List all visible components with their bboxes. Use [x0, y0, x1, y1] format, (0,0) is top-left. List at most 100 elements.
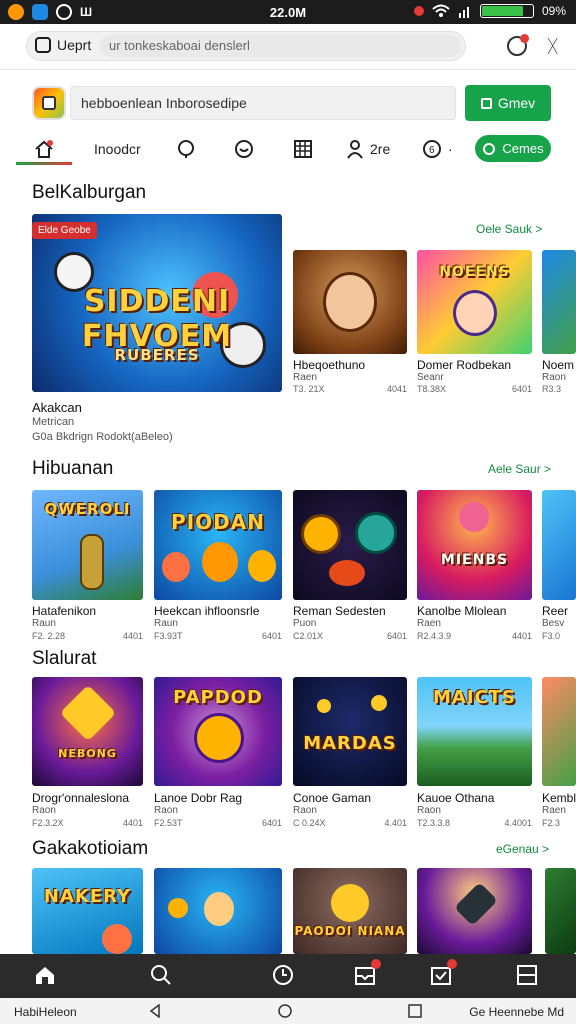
home-button-icon[interactable] — [278, 1004, 292, 1018]
game-card[interactable] — [545, 868, 576, 954]
coin-art — [301, 514, 341, 554]
downloads-icon[interactable] — [430, 959, 457, 986]
game-sub: Besv — [542, 618, 565, 629]
game-downloads: 4.401 — [384, 818, 407, 828]
see-all-link[interactable]: Oele Sauk > — [476, 222, 542, 236]
tab-home[interactable] — [34, 136, 54, 162]
featured-art-title: SIDDENI FHVOEM — [81, 284, 233, 354]
see-all-link[interactable]: Aele Saur > — [488, 462, 551, 476]
game-sub: Raun — [154, 618, 178, 629]
home-icon — [35, 140, 53, 158]
home-icon[interactable] — [34, 964, 56, 986]
game-sub: Raen — [542, 805, 566, 816]
game-card[interactable] — [293, 250, 407, 354]
game-rating: F3.0 — [542, 631, 561, 641]
featured-game-card[interactable]: SIDDENI FHVOEM RUBERES — [32, 214, 282, 392]
grid-icon — [294, 140, 312, 158]
game-card[interactable] — [154, 868, 282, 954]
game-rating: F3.93T — [154, 631, 183, 641]
featured-meta: G0a Bkdrign Rodokt(aBeleo) — [32, 431, 173, 443]
site-icon — [35, 37, 51, 53]
featured-sub: Metrican — [32, 416, 75, 428]
tab-label: 2re — [370, 141, 391, 157]
game-card[interactable]: NEBONG — [32, 677, 143, 786]
character-art — [248, 550, 276, 582]
cemes-label: Cemes — [502, 141, 544, 156]
game-card[interactable]: PIODAN — [154, 490, 282, 600]
app-logo[interactable] — [32, 86, 66, 120]
refresh-chat-icon — [235, 140, 253, 158]
bookmark-icon — [480, 97, 492, 109]
game-sub: Raon — [542, 372, 566, 383]
game-card[interactable]: NOEENS — [417, 250, 532, 354]
character-art — [194, 713, 244, 763]
game-rating: C2.01X — [293, 631, 324, 641]
see-all-link[interactable]: eGenau > — [496, 842, 549, 856]
tab-profile[interactable]: 2re — [346, 136, 390, 162]
game-sub: Raun — [32, 618, 56, 629]
game-rating: F2.53T — [154, 818, 183, 828]
tab-grid[interactable] — [294, 136, 312, 162]
game-card[interactable] — [417, 868, 532, 954]
game-card[interactable]: PAODOI NIANA — [293, 868, 407, 954]
browser-tab[interactable]: Ueprt ur tonkeskaboai denslerl — [26, 31, 466, 61]
user-icon — [347, 140, 363, 159]
game-card[interactable]: MAICTS — [417, 677, 532, 786]
game-card[interactable] — [542, 490, 576, 600]
search-input[interactable]: hebboenlean Inborosedipe — [70, 86, 456, 120]
search-icon[interactable] — [150, 964, 172, 986]
search-row: hebboenlean Inborosedipe Gmev — [0, 80, 576, 126]
cemes-button[interactable]: Cemes — [475, 135, 551, 162]
game-sub: Raon — [32, 805, 56, 816]
game-title: Kembl — [542, 791, 576, 805]
gem-art — [371, 695, 387, 711]
system-right-label: Ge Heennebe Md — [469, 1005, 564, 1019]
inbox-icon[interactable] — [354, 959, 381, 986]
game-card[interactable]: MARDAS — [293, 677, 407, 786]
tab-messages[interactable] — [234, 136, 254, 162]
signal-icon — [458, 7, 469, 18]
gamepad-icon — [483, 142, 496, 155]
game-rating: F2.3 — [542, 818, 561, 828]
notifications-icon[interactable] — [507, 34, 530, 56]
category-nav: Inoodcr 2re 6 · Cemes — [0, 130, 576, 168]
game-card[interactable] — [293, 490, 407, 600]
game-sub: Raon — [417, 805, 441, 816]
tab-coins[interactable]: 6 · — [422, 136, 453, 162]
search-button-label: Gmev — [497, 95, 536, 111]
url-field[interactable]: ur tonkeskaboai denslerl — [99, 35, 461, 57]
game-card[interactable]: NAKERY — [32, 868, 143, 954]
search-button[interactable]: Gmev — [465, 85, 551, 121]
game-title: Heekcan ihfloonsrle — [154, 604, 260, 618]
status-bar: Ш 22.0M 09% — [0, 0, 576, 24]
back-icon[interactable] — [148, 1004, 162, 1018]
game-card[interactable]: MIENBS — [417, 490, 532, 600]
game-downloads: 4401 — [122, 818, 143, 828]
bottom-nav — [0, 954, 576, 998]
game-title: Noem — [542, 358, 575, 372]
game-card[interactable]: QWEROLI — [32, 490, 143, 600]
game-title: Kauoe Othana — [417, 791, 495, 805]
character-art — [323, 272, 377, 332]
game-rating: T8.38X — [417, 384, 447, 394]
character-art — [331, 884, 369, 922]
clock-icon[interactable] — [272, 964, 294, 986]
battery-icon — [479, 4, 534, 18]
game-title: Reman Sedesten — [293, 604, 386, 618]
game-sub: Seanr — [417, 372, 444, 383]
game-title: Hbeqoethuno — [293, 358, 366, 372]
recents-icon[interactable] — [408, 1004, 422, 1018]
coin-icon: 6 — [423, 140, 441, 158]
wifi-icon — [432, 4, 450, 17]
featured-title: Akakcan — [32, 400, 82, 415]
close-icon[interactable]: ᚷ — [547, 36, 558, 56]
tab-inoodcr[interactable]: Inoodcr — [94, 136, 141, 162]
game-title: Lanoe Dobr Rag — [154, 791, 243, 805]
tab-chat[interactable] — [176, 136, 196, 162]
game-title: Kanolbe Mlolean — [417, 604, 507, 618]
game-card[interactable] — [542, 250, 576, 354]
game-card[interactable] — [542, 677, 576, 786]
character-art — [162, 552, 190, 582]
game-card[interactable]: PAPDOD — [154, 677, 282, 786]
menu-icon[interactable] — [516, 964, 538, 986]
